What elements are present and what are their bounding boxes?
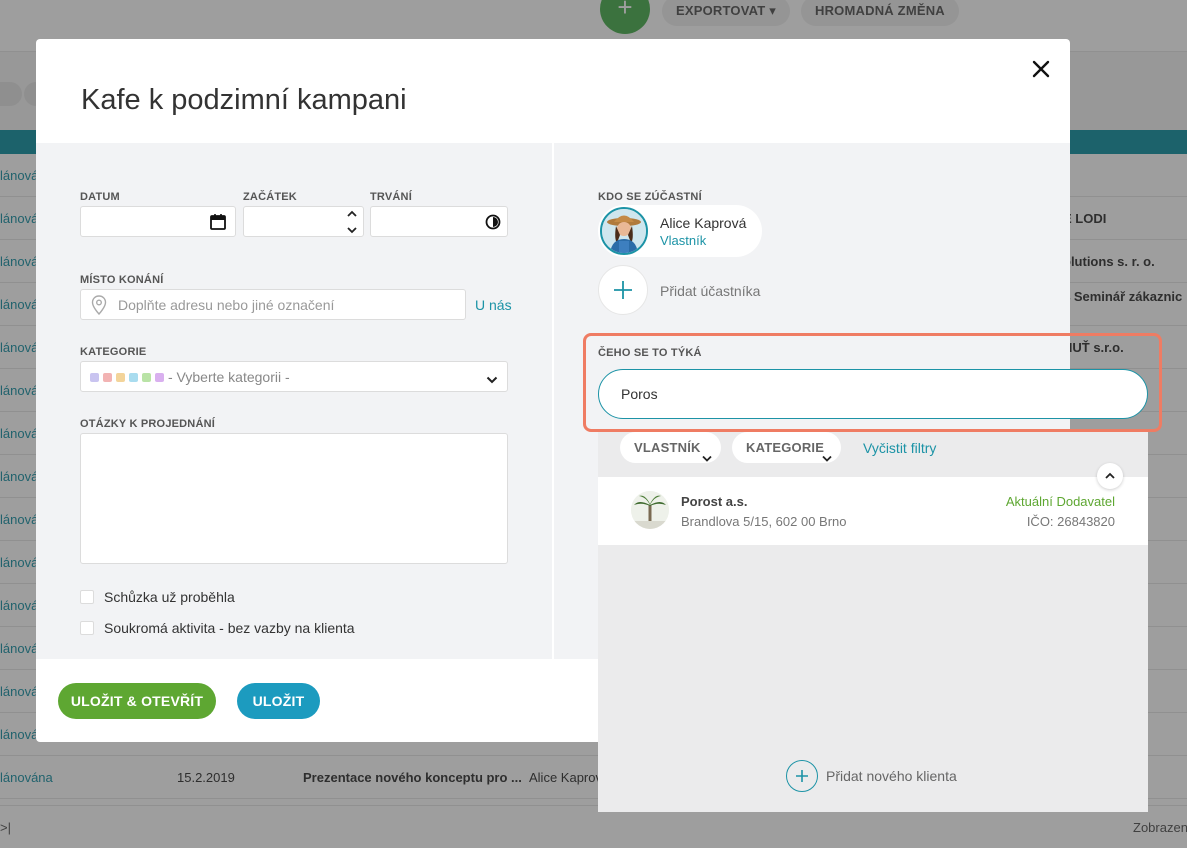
- location-label: MÍSTO KONÁNÍ: [80, 274, 164, 286]
- category-filter-label: KATEGORIE: [746, 440, 825, 455]
- participant-chip[interactable]: Alice Kaprová Vlastník: [598, 205, 762, 257]
- clock-icon[interactable]: [485, 214, 501, 235]
- date-field[interactable]: [80, 206, 236, 237]
- meeting-done-label: Schůzka už proběhla: [104, 589, 235, 605]
- search-result-item[interactable]: Porost a.s. Brandlova 5/15, 602 00 Brno …: [598, 477, 1148, 545]
- result-company-name: Porost a.s.: [681, 494, 748, 509]
- owner-filter[interactable]: VLASTNÍK: [620, 432, 721, 463]
- duration-field[interactable]: [370, 206, 508, 237]
- calendar-icon[interactable]: [209, 213, 227, 236]
- close-icon[interactable]: [1029, 57, 1053, 81]
- location-placeholder: Doplňte adresu nebo jiné označení: [118, 297, 335, 313]
- company-logo-icon: [631, 491, 669, 529]
- avatar: [600, 207, 648, 255]
- clear-filters-link[interactable]: Vyčistit filtry: [863, 440, 936, 456]
- add-participant-label: Přidat účastníka: [660, 283, 761, 299]
- category-swatch: [155, 373, 164, 382]
- chevron-down-icon: [702, 443, 712, 474]
- start-time-field[interactable]: [243, 206, 364, 237]
- chevron-up-icon: [1105, 472, 1115, 479]
- related-to-label: ČEHO SE TO TÝKÁ: [598, 347, 702, 359]
- category-select[interactable]: - Vyberte kategorii -: [80, 361, 508, 392]
- client-search-input[interactable]: [598, 369, 1148, 419]
- category-swatch: [142, 373, 151, 382]
- category-label: KATEGORIE: [80, 346, 147, 358]
- private-activity-checkbox[interactable]: [80, 621, 94, 635]
- add-new-client-label: Přidat nového klienta: [826, 768, 957, 784]
- category-swatch: [103, 373, 112, 382]
- category-swatch: [129, 373, 138, 382]
- plus-icon: [614, 281, 632, 299]
- category-swatch: [116, 373, 125, 382]
- location-input[interactable]: Doplňte adresu nebo jiné označení: [80, 289, 466, 320]
- participants-label: KDO SE ZÚČASTNÍ: [598, 191, 702, 203]
- start-label: ZAČÁTEK: [243, 191, 297, 203]
- category-placeholder: - Vyberte kategorii -: [168, 369, 290, 385]
- questions-label: OTÁZKY K PROJEDNÁNÍ: [80, 418, 215, 430]
- participant-role: Vlastník: [660, 233, 707, 248]
- at-our-place-link[interactable]: U nás: [475, 297, 512, 313]
- result-company-status: Aktuální Dodavatel: [1005, 494, 1115, 509]
- form-left-panel: DATUM ZAČÁTEK TRVÁNÍ MÍSTO KONÁNÍ Doplňt…: [36, 143, 552, 659]
- category-swatch: [90, 373, 99, 382]
- modal-title: Kafe k podzimní kampani: [81, 84, 407, 116]
- save-and-open-button[interactable]: ULOŽIT & OTEVŘÍT: [58, 683, 216, 719]
- duration-label: TRVÁNÍ: [370, 191, 412, 203]
- save-button[interactable]: ULOŽIT: [237, 683, 320, 719]
- participant-name: Alice Kaprová: [660, 215, 747, 231]
- meeting-done-checkbox[interactable]: [80, 590, 94, 604]
- add-participant-button[interactable]: [598, 265, 648, 315]
- time-stepper-icon[interactable]: [345, 208, 359, 241]
- private-activity-label: Soukromá aktivita - bez vazby na klienta: [104, 620, 355, 636]
- chevron-down-icon: [486, 372, 498, 390]
- date-label: DATUM: [80, 191, 120, 203]
- result-company-address: Brandlova 5/15, 602 00 Brno: [681, 514, 847, 529]
- result-company-ico: IČO: 26843820: [1026, 514, 1115, 529]
- chevron-down-icon: [822, 443, 832, 474]
- location-pin-icon: [91, 295, 107, 320]
- questions-textarea[interactable]: [80, 433, 508, 564]
- owner-filter-label: VLASTNÍK: [634, 440, 701, 455]
- plus-circle-icon: [786, 760, 818, 792]
- category-color-swatches: [90, 373, 164, 382]
- category-filter[interactable]: KATEGORIE: [732, 432, 841, 463]
- collapse-results-button[interactable]: [1097, 463, 1123, 489]
